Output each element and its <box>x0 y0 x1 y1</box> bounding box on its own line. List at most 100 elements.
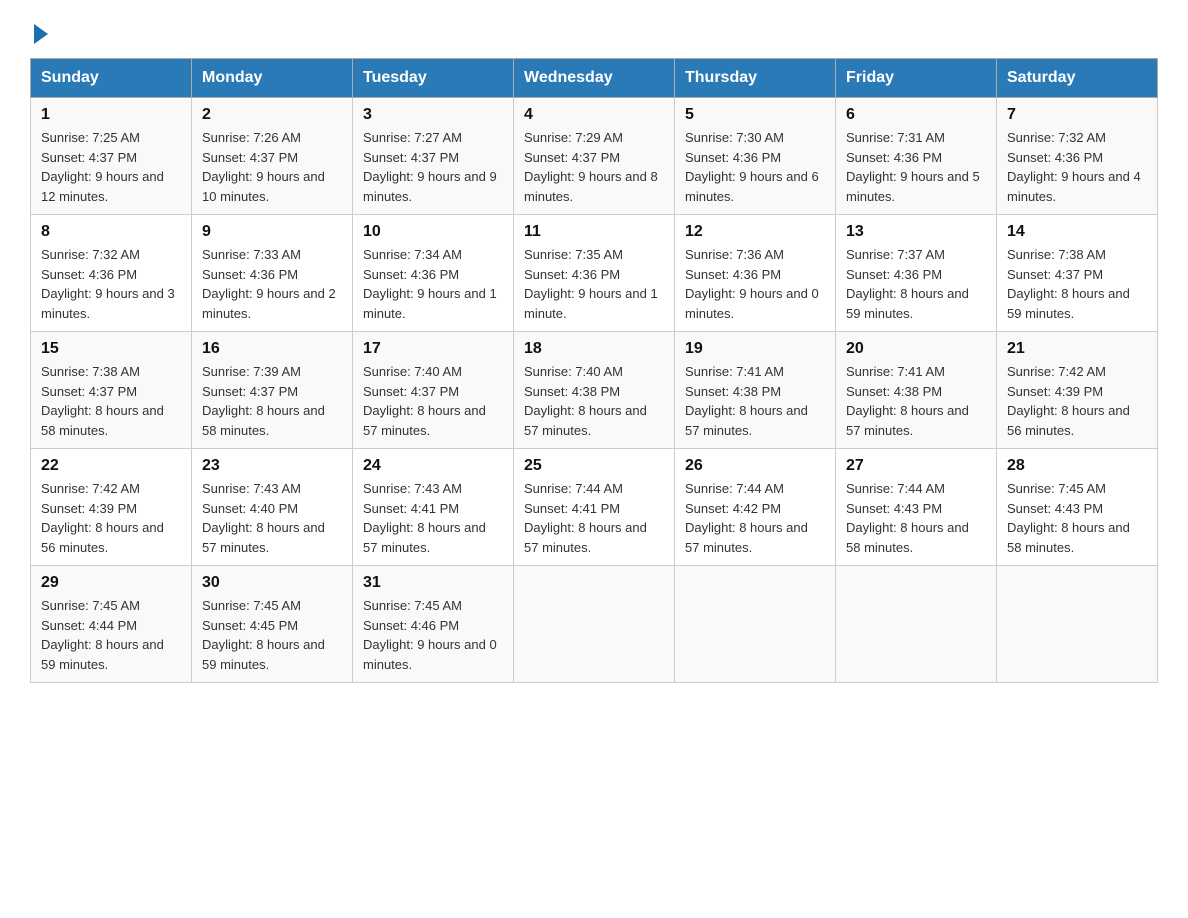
calendar-cell: 25 Sunrise: 7:44 AMSunset: 4:41 PMDaylig… <box>514 449 675 566</box>
day-number: 14 <box>1007 223 1147 241</box>
calendar-cell: 22 Sunrise: 7:42 AMSunset: 4:39 PMDaylig… <box>31 449 192 566</box>
day-number: 12 <box>685 223 825 241</box>
calendar-week-row: 1 Sunrise: 7:25 AMSunset: 4:37 PMDayligh… <box>31 98 1158 215</box>
day-info: Sunrise: 7:38 AMSunset: 4:37 PMDaylight:… <box>41 362 181 440</box>
calendar-cell: 13 Sunrise: 7:37 AMSunset: 4:36 PMDaylig… <box>836 215 997 332</box>
day-info: Sunrise: 7:40 AMSunset: 4:38 PMDaylight:… <box>524 362 664 440</box>
calendar-cell: 19 Sunrise: 7:41 AMSunset: 4:38 PMDaylig… <box>675 332 836 449</box>
day-number: 23 <box>202 457 342 475</box>
day-number: 31 <box>363 574 503 592</box>
day-number: 7 <box>1007 106 1147 124</box>
calendar-cell: 2 Sunrise: 7:26 AMSunset: 4:37 PMDayligh… <box>192 98 353 215</box>
day-number: 8 <box>41 223 181 241</box>
logo-arrow-icon <box>34 24 48 44</box>
calendar-cell: 31 Sunrise: 7:45 AMSunset: 4:46 PMDaylig… <box>353 566 514 683</box>
calendar-week-row: 8 Sunrise: 7:32 AMSunset: 4:36 PMDayligh… <box>31 215 1158 332</box>
day-number: 28 <box>1007 457 1147 475</box>
day-number: 29 <box>41 574 181 592</box>
calendar-cell: 7 Sunrise: 7:32 AMSunset: 4:36 PMDayligh… <box>997 98 1158 215</box>
day-number: 9 <box>202 223 342 241</box>
day-info: Sunrise: 7:45 AMSunset: 4:43 PMDaylight:… <box>1007 479 1147 557</box>
calendar-cell: 6 Sunrise: 7:31 AMSunset: 4:36 PMDayligh… <box>836 98 997 215</box>
day-number: 27 <box>846 457 986 475</box>
calendar-cell: 26 Sunrise: 7:44 AMSunset: 4:42 PMDaylig… <box>675 449 836 566</box>
calendar-cell <box>514 566 675 683</box>
day-number: 20 <box>846 340 986 358</box>
day-info: Sunrise: 7:32 AMSunset: 4:36 PMDaylight:… <box>41 245 181 323</box>
day-number: 16 <box>202 340 342 358</box>
calendar-cell: 21 Sunrise: 7:42 AMSunset: 4:39 PMDaylig… <box>997 332 1158 449</box>
day-info: Sunrise: 7:26 AMSunset: 4:37 PMDaylight:… <box>202 128 342 206</box>
calendar-cell: 30 Sunrise: 7:45 AMSunset: 4:45 PMDaylig… <box>192 566 353 683</box>
day-info: Sunrise: 7:44 AMSunset: 4:42 PMDaylight:… <box>685 479 825 557</box>
calendar-cell: 4 Sunrise: 7:29 AMSunset: 4:37 PMDayligh… <box>514 98 675 215</box>
day-number: 13 <box>846 223 986 241</box>
day-info: Sunrise: 7:36 AMSunset: 4:36 PMDaylight:… <box>685 245 825 323</box>
day-number: 30 <box>202 574 342 592</box>
calendar-header-sunday: Sunday <box>31 59 192 98</box>
calendar-cell: 5 Sunrise: 7:30 AMSunset: 4:36 PMDayligh… <box>675 98 836 215</box>
calendar-header-tuesday: Tuesday <box>353 59 514 98</box>
calendar-cell: 18 Sunrise: 7:40 AMSunset: 4:38 PMDaylig… <box>514 332 675 449</box>
calendar-cell: 8 Sunrise: 7:32 AMSunset: 4:36 PMDayligh… <box>31 215 192 332</box>
day-number: 10 <box>363 223 503 241</box>
day-info: Sunrise: 7:44 AMSunset: 4:43 PMDaylight:… <box>846 479 986 557</box>
day-info: Sunrise: 7:25 AMSunset: 4:37 PMDaylight:… <box>41 128 181 206</box>
day-number: 24 <box>363 457 503 475</box>
day-info: Sunrise: 7:30 AMSunset: 4:36 PMDaylight:… <box>685 128 825 206</box>
day-info: Sunrise: 7:41 AMSunset: 4:38 PMDaylight:… <box>846 362 986 440</box>
day-number: 25 <box>524 457 664 475</box>
day-info: Sunrise: 7:38 AMSunset: 4:37 PMDaylight:… <box>1007 245 1147 323</box>
day-info: Sunrise: 7:45 AMSunset: 4:45 PMDaylight:… <box>202 596 342 674</box>
day-number: 5 <box>685 106 825 124</box>
day-info: Sunrise: 7:44 AMSunset: 4:41 PMDaylight:… <box>524 479 664 557</box>
calendar-header-wednesday: Wednesday <box>514 59 675 98</box>
calendar-cell: 16 Sunrise: 7:39 AMSunset: 4:37 PMDaylig… <box>192 332 353 449</box>
day-info: Sunrise: 7:32 AMSunset: 4:36 PMDaylight:… <box>1007 128 1147 206</box>
day-info: Sunrise: 7:43 AMSunset: 4:41 PMDaylight:… <box>363 479 503 557</box>
day-number: 4 <box>524 106 664 124</box>
day-number: 18 <box>524 340 664 358</box>
day-number: 15 <box>41 340 181 358</box>
calendar-header-thursday: Thursday <box>675 59 836 98</box>
day-info: Sunrise: 7:37 AMSunset: 4:36 PMDaylight:… <box>846 245 986 323</box>
calendar-cell: 3 Sunrise: 7:27 AMSunset: 4:37 PMDayligh… <box>353 98 514 215</box>
day-info: Sunrise: 7:45 AMSunset: 4:44 PMDaylight:… <box>41 596 181 674</box>
calendar-cell: 15 Sunrise: 7:38 AMSunset: 4:37 PMDaylig… <box>31 332 192 449</box>
calendar-cell <box>836 566 997 683</box>
calendar-header-friday: Friday <box>836 59 997 98</box>
calendar-cell: 12 Sunrise: 7:36 AMSunset: 4:36 PMDaylig… <box>675 215 836 332</box>
calendar-header-saturday: Saturday <box>997 59 1158 98</box>
day-number: 11 <box>524 223 664 241</box>
day-info: Sunrise: 7:35 AMSunset: 4:36 PMDaylight:… <box>524 245 664 323</box>
day-number: 2 <box>202 106 342 124</box>
calendar-week-row: 22 Sunrise: 7:42 AMSunset: 4:39 PMDaylig… <box>31 449 1158 566</box>
calendar-table: SundayMondayTuesdayWednesdayThursdayFrid… <box>30 58 1158 683</box>
calendar-cell: 1 Sunrise: 7:25 AMSunset: 4:37 PMDayligh… <box>31 98 192 215</box>
calendar-cell <box>675 566 836 683</box>
day-number: 6 <box>846 106 986 124</box>
calendar-cell: 28 Sunrise: 7:45 AMSunset: 4:43 PMDaylig… <box>997 449 1158 566</box>
day-number: 22 <box>41 457 181 475</box>
day-info: Sunrise: 7:27 AMSunset: 4:37 PMDaylight:… <box>363 128 503 206</box>
day-number: 17 <box>363 340 503 358</box>
day-info: Sunrise: 7:39 AMSunset: 4:37 PMDaylight:… <box>202 362 342 440</box>
day-number: 19 <box>685 340 825 358</box>
day-info: Sunrise: 7:42 AMSunset: 4:39 PMDaylight:… <box>1007 362 1147 440</box>
day-info: Sunrise: 7:41 AMSunset: 4:38 PMDaylight:… <box>685 362 825 440</box>
calendar-cell: 23 Sunrise: 7:43 AMSunset: 4:40 PMDaylig… <box>192 449 353 566</box>
day-info: Sunrise: 7:34 AMSunset: 4:36 PMDaylight:… <box>363 245 503 323</box>
day-info: Sunrise: 7:45 AMSunset: 4:46 PMDaylight:… <box>363 596 503 674</box>
calendar-cell: 9 Sunrise: 7:33 AMSunset: 4:36 PMDayligh… <box>192 215 353 332</box>
logo <box>30 20 48 38</box>
calendar-week-row: 15 Sunrise: 7:38 AMSunset: 4:37 PMDaylig… <box>31 332 1158 449</box>
day-info: Sunrise: 7:29 AMSunset: 4:37 PMDaylight:… <box>524 128 664 206</box>
calendar-header-row: SundayMondayTuesdayWednesdayThursdayFrid… <box>31 59 1158 98</box>
day-info: Sunrise: 7:40 AMSunset: 4:37 PMDaylight:… <box>363 362 503 440</box>
calendar-cell <box>997 566 1158 683</box>
calendar-cell: 14 Sunrise: 7:38 AMSunset: 4:37 PMDaylig… <box>997 215 1158 332</box>
day-info: Sunrise: 7:42 AMSunset: 4:39 PMDaylight:… <box>41 479 181 557</box>
page-header <box>30 20 1158 38</box>
day-number: 3 <box>363 106 503 124</box>
day-info: Sunrise: 7:43 AMSunset: 4:40 PMDaylight:… <box>202 479 342 557</box>
